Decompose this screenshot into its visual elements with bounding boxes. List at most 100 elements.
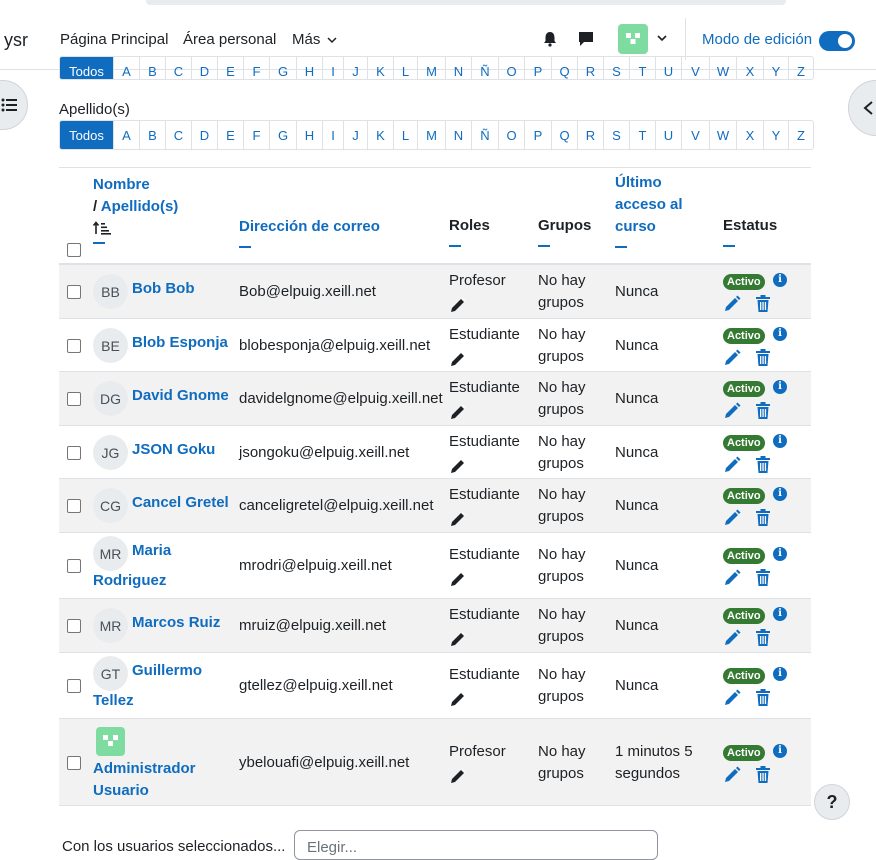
- edit-icon[interactable]: [724, 295, 741, 312]
- firstname-letter-link[interactable]: C: [165, 57, 191, 79]
- pencil-icon[interactable]: [449, 690, 467, 708]
- surname-letter-link[interactable]: T: [629, 121, 655, 149]
- firstname-letter-link[interactable]: K: [367, 57, 393, 79]
- bell-icon[interactable]: [541, 30, 559, 48]
- collapse-column-roles[interactable]: [449, 245, 461, 247]
- chat-icon[interactable]: [577, 30, 595, 48]
- user-initials-avatar[interactable]: MR: [93, 608, 128, 643]
- user-initials-avatar[interactable]: BE: [93, 328, 128, 363]
- surname-letter-link[interactable]: X: [736, 121, 763, 149]
- bulk-action-select[interactable]: Elegir...: [294, 830, 658, 860]
- surname-letter-link[interactable]: A: [113, 121, 139, 149]
- site-brand[interactable]: ysr: [4, 30, 28, 51]
- user-avatar[interactable]: [96, 727, 125, 756]
- user-initials-avatar[interactable]: BB: [93, 274, 128, 309]
- help-button[interactable]: ?: [814, 784, 850, 820]
- block-drawer-button[interactable]: [848, 80, 876, 136]
- firstname-letter-link[interactable]: Ñ: [471, 57, 498, 79]
- user-name-link-cont[interactable]: Rodriguez: [93, 566, 166, 596]
- user-name-link[interactable]: Administrador Usuario: [93, 758, 196, 802]
- user-name-link[interactable]: David Gnome: [132, 381, 229, 411]
- firstname-letter-link[interactable]: D: [191, 57, 217, 79]
- nav-more-menu[interactable]: Más: [292, 31, 337, 48]
- surname-letter-link[interactable]: O: [498, 121, 524, 149]
- user-initials-avatar[interactable]: DG: [93, 381, 128, 416]
- surname-letter-link[interactable]: I: [322, 121, 343, 149]
- firstname-letter-link[interactable]: V: [681, 57, 709, 79]
- firstname-letter-link[interactable]: R: [577, 57, 603, 79]
- collapse-column-groups[interactable]: [538, 245, 550, 247]
- edit-mode-toggle[interactable]: [819, 31, 855, 51]
- sort-by-email-link[interactable]: Dirección de correo: [239, 218, 380, 235]
- firstname-letter-link[interactable]: X: [736, 57, 763, 79]
- collapse-column-status[interactable]: [723, 245, 735, 247]
- nav-dashboard-link[interactable]: Área personal: [183, 31, 276, 48]
- pencil-icon[interactable]: [449, 570, 467, 588]
- surname-letter-link[interactable]: Ñ: [471, 121, 498, 149]
- firstname-letter-link[interactable]: N: [445, 57, 471, 79]
- pencil-icon[interactable]: [449, 767, 467, 785]
- pencil-icon[interactable]: [449, 457, 467, 475]
- firstname-letter-link[interactable]: B: [139, 57, 165, 79]
- surname-letter-link[interactable]: E: [217, 121, 243, 149]
- row-select-checkbox[interactable]: [67, 339, 81, 353]
- surname-letter-link[interactable]: J: [343, 121, 367, 149]
- select-all-checkbox[interactable]: [67, 243, 81, 257]
- nav-home-link[interactable]: Página Principal: [60, 31, 168, 48]
- surname-letter-link[interactable]: V: [681, 121, 709, 149]
- trash-icon[interactable]: [755, 349, 771, 366]
- row-select-checkbox[interactable]: [67, 679, 81, 693]
- firstname-letter-link[interactable]: Z: [788, 57, 813, 79]
- firstname-letter-link[interactable]: E: [217, 57, 243, 79]
- firstname-letter-link[interactable]: P: [524, 57, 551, 79]
- surname-letter-link[interactable]: B: [139, 121, 165, 149]
- surname-letter-link[interactable]: H: [296, 121, 322, 149]
- user-initials-avatar[interactable]: JG: [93, 435, 128, 470]
- edit-icon[interactable]: [724, 349, 741, 366]
- edit-icon[interactable]: [724, 456, 741, 473]
- user-name-link[interactable]: Maria: [132, 536, 171, 566]
- firstname-letter-link[interactable]: U: [655, 57, 681, 79]
- user-menu-chevron-icon[interactable]: [656, 32, 668, 44]
- surname-letter-link[interactable]: R: [577, 121, 603, 149]
- user-name-link[interactable]: JSON Goku: [132, 435, 215, 465]
- info-icon[interactable]: i: [773, 380, 787, 394]
- surname-letter-link[interactable]: P: [524, 121, 551, 149]
- user-name-link[interactable]: Bob Bob: [132, 274, 194, 304]
- row-select-checkbox[interactable]: [67, 756, 81, 770]
- trash-icon[interactable]: [755, 456, 771, 473]
- trash-icon[interactable]: [755, 766, 771, 783]
- user-name-link-cont[interactable]: Tellez: [93, 686, 134, 716]
- edit-icon[interactable]: [724, 569, 741, 586]
- row-select-checkbox[interactable]: [67, 285, 81, 299]
- user-name-link[interactable]: Cancel Gretel: [132, 488, 229, 518]
- row-select-checkbox[interactable]: [67, 446, 81, 460]
- surname-letter-link[interactable]: N: [445, 121, 471, 149]
- firstname-letter-link[interactable]: S: [603, 57, 629, 79]
- pencil-icon[interactable]: [449, 630, 467, 648]
- firstname-letter-link[interactable]: T: [629, 57, 655, 79]
- user-name-link[interactable]: Guillermo: [132, 656, 202, 686]
- sort-by-surname-link[interactable]: Apellido(s): [101, 198, 179, 215]
- firstname-letter-link[interactable]: H: [296, 57, 322, 79]
- firstname-letter-link[interactable]: J: [343, 57, 367, 79]
- info-icon[interactable]: i: [773, 607, 787, 621]
- info-icon[interactable]: i: [773, 487, 787, 501]
- firstname-letter-link[interactable]: W: [709, 57, 736, 79]
- trash-icon[interactable]: [755, 295, 771, 312]
- user-avatar[interactable]: [618, 24, 648, 54]
- collapse-column-last-access[interactable]: [615, 246, 627, 248]
- pencil-icon[interactable]: [449, 296, 467, 314]
- surname-letter-link[interactable]: W: [709, 121, 736, 149]
- row-select-checkbox[interactable]: [67, 619, 81, 633]
- firstname-letter-link[interactable]: G: [269, 57, 296, 79]
- surname-letter-link[interactable]: M: [417, 121, 445, 149]
- surname-letter-link[interactable]: D: [191, 121, 217, 149]
- info-icon[interactable]: i: [773, 744, 787, 758]
- info-icon[interactable]: i: [773, 273, 787, 287]
- firstname-letter-link[interactable]: I: [322, 57, 343, 79]
- firstname-letter-link[interactable]: Y: [763, 57, 788, 79]
- sort-by-firstname-link[interactable]: Nombre: [93, 176, 150, 193]
- edit-icon[interactable]: [724, 629, 741, 646]
- firstname-letter-link[interactable]: Q: [551, 57, 577, 79]
